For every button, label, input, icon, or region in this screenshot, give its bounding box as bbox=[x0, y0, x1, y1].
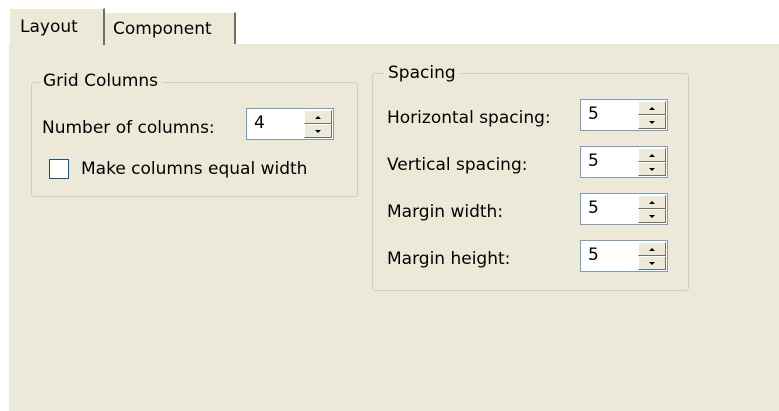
margin-height-up-button[interactable] bbox=[638, 242, 666, 256]
margin-width-spinner[interactable]: 5 bbox=[580, 193, 668, 225]
arrow-up-icon bbox=[649, 153, 655, 157]
arrow-down-icon bbox=[649, 120, 655, 124]
arrow-down-icon bbox=[649, 167, 655, 171]
horizontal-spacing-up-button[interactable] bbox=[638, 101, 666, 115]
arrow-up-icon bbox=[649, 247, 655, 251]
vertical-spacing-spinner[interactable]: 5 bbox=[580, 146, 668, 178]
horizontal-spacing-label: Horizontal spacing: bbox=[387, 108, 551, 128]
number-of-columns-value[interactable]: 4 bbox=[247, 109, 304, 139]
margin-width-value[interactable]: 5 bbox=[581, 194, 638, 224]
arrow-up-icon bbox=[649, 106, 655, 110]
tab-component-label: Component bbox=[113, 19, 212, 39]
margin-height-down-button[interactable] bbox=[638, 256, 666, 270]
number-of-columns-label: Number of columns: bbox=[42, 118, 215, 138]
grid-columns-title: Grid Columns bbox=[39, 71, 163, 91]
margin-height-value[interactable]: 5 bbox=[581, 241, 638, 271]
tab-component[interactable]: Component bbox=[104, 12, 236, 44]
arrow-down-icon bbox=[649, 214, 655, 218]
horizontal-spacing-value[interactable]: 5 bbox=[581, 100, 638, 130]
number-of-columns-up-button[interactable] bbox=[304, 110, 332, 124]
margin-height-spinner[interactable]: 5 bbox=[580, 240, 668, 272]
tab-layout-label: Layout bbox=[20, 17, 78, 37]
vertical-spacing-label: Vertical spacing: bbox=[387, 155, 528, 175]
equal-width-label[interactable]: Make columns equal width bbox=[81, 159, 307, 179]
margin-width-label: Margin width: bbox=[387, 202, 504, 222]
vertical-spacing-value[interactable]: 5 bbox=[581, 147, 638, 177]
margin-width-up-button[interactable] bbox=[638, 195, 666, 209]
spacing-title: Spacing bbox=[384, 63, 460, 83]
horizontal-spacing-spinner[interactable]: 5 bbox=[580, 99, 668, 131]
tab-layout[interactable]: Layout bbox=[9, 8, 105, 45]
margin-width-down-button[interactable] bbox=[638, 209, 666, 223]
horizontal-spacing-down-button[interactable] bbox=[638, 115, 666, 129]
number-of-columns-spinner[interactable]: 4 bbox=[246, 108, 334, 140]
vertical-spacing-down-button[interactable] bbox=[638, 162, 666, 176]
equal-width-checkbox[interactable] bbox=[49, 159, 69, 179]
arrow-down-icon bbox=[315, 129, 321, 133]
arrow-down-icon bbox=[649, 261, 655, 265]
arrow-up-icon bbox=[315, 115, 321, 119]
vertical-spacing-up-button[interactable] bbox=[638, 148, 666, 162]
number-of-columns-down-button[interactable] bbox=[304, 124, 332, 138]
arrow-up-icon bbox=[649, 200, 655, 204]
margin-height-label: Margin height: bbox=[387, 249, 511, 269]
